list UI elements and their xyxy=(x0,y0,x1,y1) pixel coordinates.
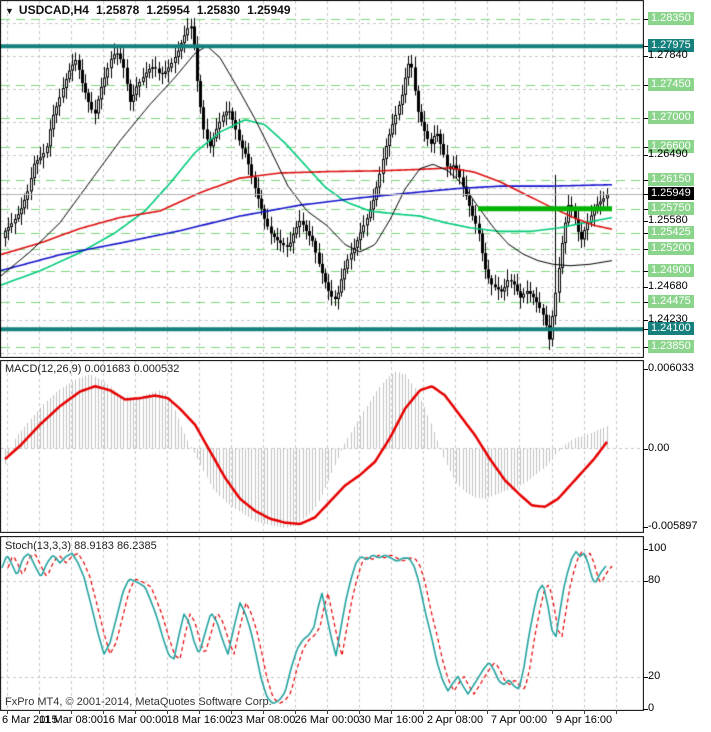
stoch-axis-label: 100 xyxy=(648,542,667,554)
price-axis-label: 1.28350 xyxy=(648,12,694,25)
price-axis-label: 1.27450 xyxy=(648,78,694,91)
time-axis-tick xyxy=(71,710,72,714)
time-axis-tick xyxy=(167,710,168,714)
time-axis-label: 2 Apr 08:00 xyxy=(426,714,484,726)
time-axis-tick xyxy=(584,710,585,714)
time-axis-tick xyxy=(359,710,360,714)
time-axis-tick xyxy=(487,710,488,714)
price-axis-label: 1.24900 xyxy=(648,264,694,277)
time-axis-tick xyxy=(552,710,553,714)
symbol-dropdown-icon[interactable]: ▼ xyxy=(5,6,14,16)
price-axis-label: 1.25425 xyxy=(648,226,694,239)
time-axis-tick xyxy=(231,710,232,714)
price-axis-label: 1.25200 xyxy=(648,242,694,255)
macd-label: MACD(12,26,9) 0.001683 0.000532 xyxy=(5,363,179,375)
stoch-name: Stoch(13,3,3) xyxy=(5,540,72,552)
mt4-chart-window: ▼ USDCAD,H4 1.25878 1.25954 1.25830 1.25949 M… xyxy=(0,0,711,732)
price-axis-label: 1.27840 xyxy=(648,49,688,61)
macd-name: MACD(12,26,9) xyxy=(5,363,82,375)
time-axis-label: 7 Apr 00:00 xyxy=(490,714,548,726)
time-axis-label: 18 Mar 16:00 xyxy=(166,714,232,726)
time-axis-label: 11 Mar 08:00 xyxy=(38,714,104,726)
time-axis-tick xyxy=(391,710,392,714)
macd-value-signal: 0.000532 xyxy=(133,363,180,375)
time-axis-tick xyxy=(199,710,200,714)
macd-value-main: 0.001683 xyxy=(84,363,131,375)
main-price-chart-canvas[interactable] xyxy=(0,0,644,358)
macd-axis-label: 0.00 xyxy=(648,442,670,454)
time-axis-label: 16 Mar 00:00 xyxy=(102,714,168,726)
time-axis-tick xyxy=(7,710,8,714)
stoch-label: Stoch(13,3,3) 88.9183 86.2385 xyxy=(5,540,157,552)
quote-high: 1.25954 xyxy=(146,3,190,17)
time-axis-tick xyxy=(263,710,264,714)
current-price-label: 1.25949 xyxy=(648,187,694,200)
stoch-axis-label: 20 xyxy=(648,670,661,682)
quote-close: 1.25949 xyxy=(247,3,291,17)
branding-text: FxPro MT4, © 2001-2014, MetaQuotes Softw… xyxy=(5,696,272,708)
time-axis-label: 9 Apr 16:00 xyxy=(555,714,613,726)
time-axis-tick xyxy=(103,710,104,714)
price-axis-label: 1.27000 xyxy=(648,111,694,124)
price-axis-label: 1.23850 xyxy=(648,340,694,353)
stochastic-indicator-canvas[interactable] xyxy=(0,536,644,711)
symbol-label: USDCAD,H4 xyxy=(18,3,89,17)
time-axis-label: 26 Mar 00:00 xyxy=(294,714,360,726)
time-axis-tick xyxy=(39,710,40,714)
macd-axis-label: -0.005897 xyxy=(648,520,698,532)
time-axis-label: 23 Mar 08:00 xyxy=(230,714,296,726)
price-axis-label: 1.24475 xyxy=(648,295,694,308)
price-axis-label: 1.26150 xyxy=(648,173,694,186)
time-axis-label: 30 Mar 16:00 xyxy=(358,714,424,726)
time-axis-tick xyxy=(616,710,617,714)
stoch-value-d: 86.2385 xyxy=(116,540,157,552)
stoch-axis-label: 80 xyxy=(648,574,661,586)
price-axis-label: 1.24680 xyxy=(648,280,688,292)
time-axis-tick xyxy=(455,710,456,714)
price-axis-label: 1.26490 xyxy=(648,148,688,160)
time-axis-tick xyxy=(519,710,520,714)
quote-open: 1.25878 xyxy=(95,3,140,17)
chart-title: ▼ USDCAD,H4 1.25878 1.25954 1.25830 1.25949 xyxy=(5,3,291,17)
stoch-axis-label: 0 xyxy=(648,702,655,714)
time-axis-tick xyxy=(295,710,296,714)
macd-indicator-canvas[interactable] xyxy=(0,360,644,533)
stoch-value-k: 88.9183 xyxy=(74,540,114,552)
macd-axis-label: 0.006033 xyxy=(648,362,694,374)
time-axis-tick xyxy=(135,710,136,714)
time-axis-tick xyxy=(327,710,328,714)
quote-low: 1.25830 xyxy=(196,3,241,17)
price-axis-label: 1.24100 xyxy=(648,322,694,335)
time-axis-tick xyxy=(423,710,424,714)
